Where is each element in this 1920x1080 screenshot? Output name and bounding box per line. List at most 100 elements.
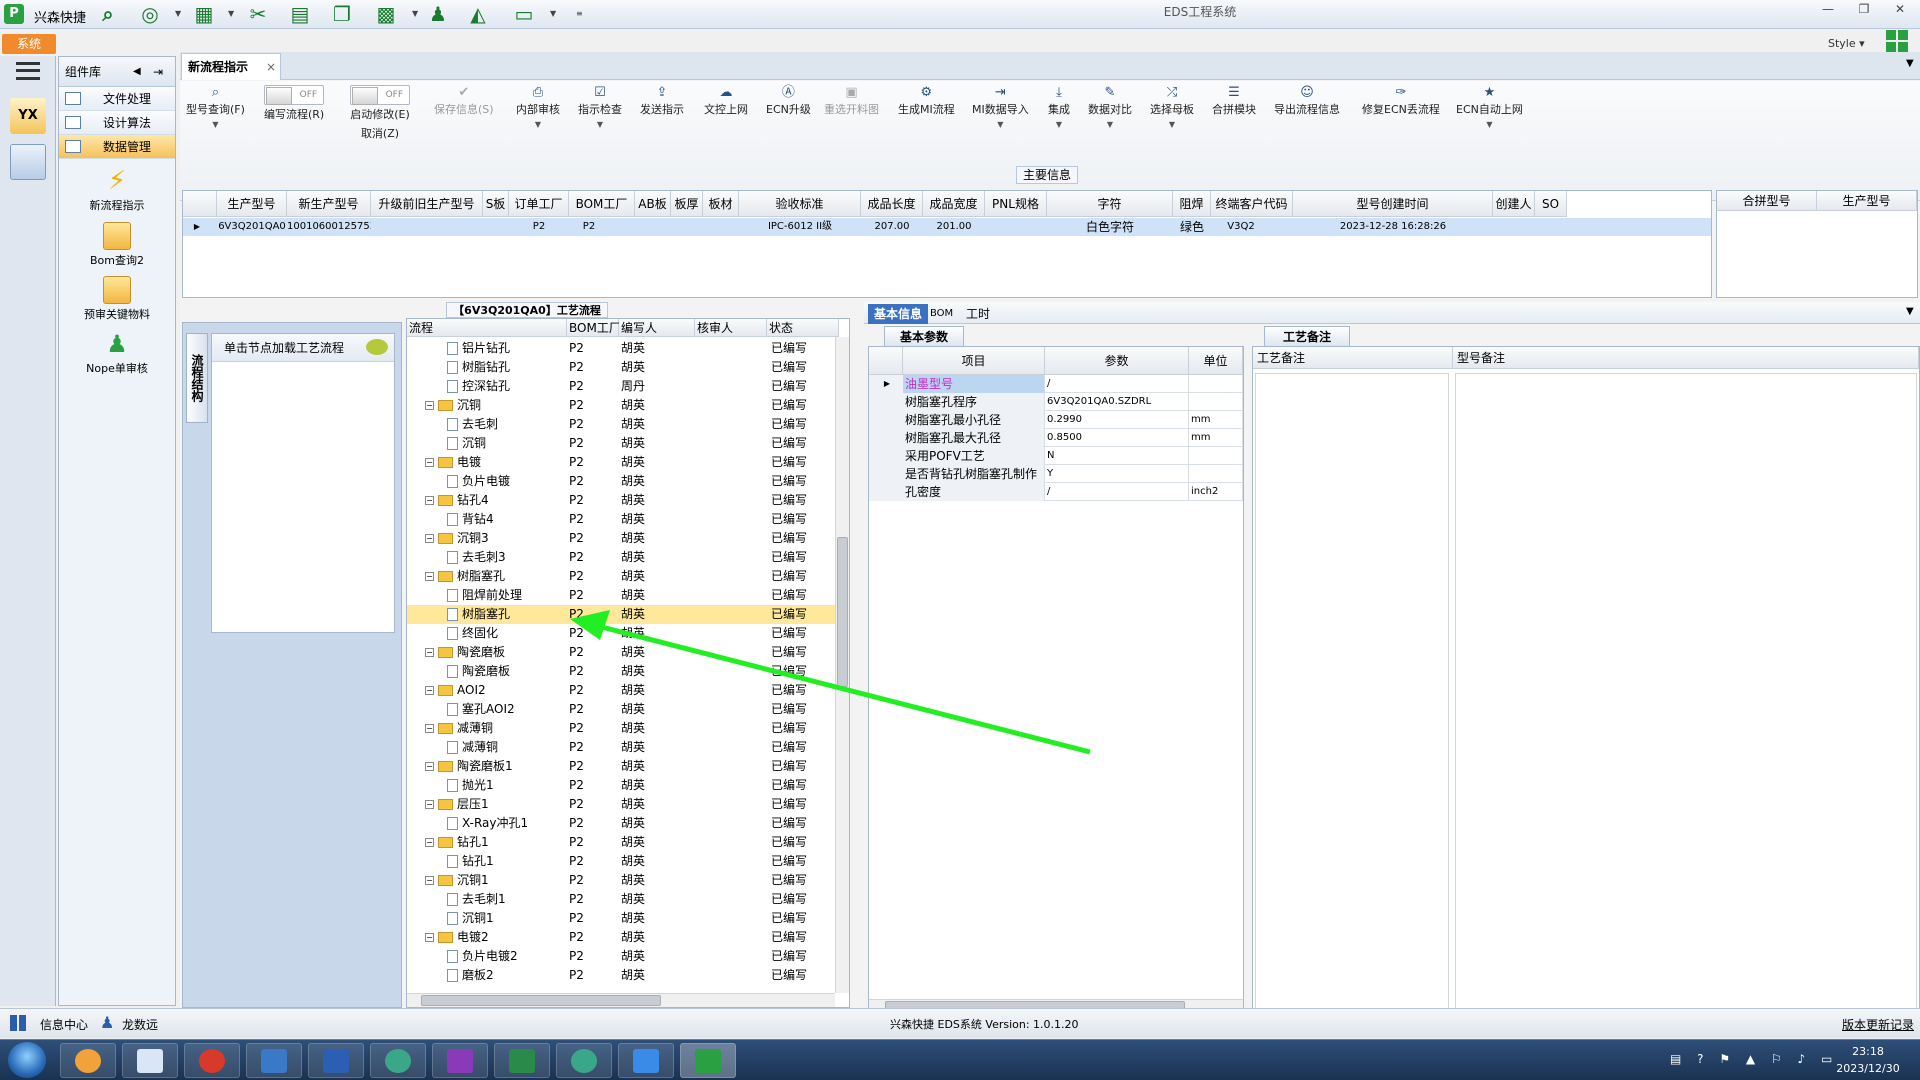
flow-tree-row[interactable]: 铝片钻孔 P2 胡英 已编写 (407, 339, 839, 358)
doc-online-button[interactable]: ☁ 文控上网 (704, 85, 748, 117)
params-header[interactable]: 项目 (903, 347, 1045, 375)
collapse-toggle-icon[interactable]: − (425, 534, 434, 543)
internal-review-button[interactable]: ⎙ 内部审核 ▼ (516, 85, 560, 130)
menu-icon[interactable] (16, 62, 40, 80)
flow-tree-row[interactable]: − 钻孔4 P2 胡英 已编写 (407, 491, 839, 510)
collapse-toggle-icon[interactable]: − (425, 572, 434, 581)
off-toggle[interactable]: OFF (350, 85, 410, 105)
grid-header[interactable]: 板材 (703, 191, 739, 217)
grid-header[interactable]: 成品长度 (861, 191, 923, 217)
select-mother-board-button[interactable]: ⤮ 选择母板 ▼ (1150, 85, 1194, 130)
grid-header[interactable]: 验收标准 (739, 191, 861, 217)
flow-tree-row[interactable]: 树脂钻孔 P2 胡英 已编写 (407, 358, 839, 377)
tree-vertical-scrollbar[interactable] (835, 337, 849, 993)
taskbar-app[interactable] (60, 1043, 116, 1078)
flow-tree-row[interactable]: 塞孔AOI2 P2 胡英 已编写 (407, 700, 839, 719)
start-edit-toggle[interactable]: OFF 启动修改(E) 取消(Z) (350, 85, 410, 141)
flow-tree-row[interactable]: − 沉铜 P2 胡英 已编写 (407, 396, 839, 415)
flow-node[interactable]: 抛光1 (447, 776, 494, 795)
param-value[interactable]: N (1045, 447, 1189, 465)
grid-header[interactable]: BOM工厂 (569, 191, 635, 217)
grid-cell[interactable]: 6V3Q201QA0 (217, 218, 287, 236)
process-remarks-tab[interactable]: 工艺备注 (1264, 326, 1350, 346)
flow-tree-row[interactable]: − 陶瓷磨板1 P2 胡英 已编写 (407, 757, 839, 776)
param-value[interactable]: 0.8500 (1045, 429, 1189, 447)
flow-node[interactable]: 陶瓷磨板 (447, 662, 510, 681)
tab-work-hours[interactable]: 工时 (960, 304, 996, 324)
flow-node[interactable]: 沉铜 (447, 434, 486, 453)
collapse-toggle-icon[interactable]: − (425, 724, 434, 733)
tray-icons[interactable]: ▤ ? ⚑ ▲ ⚐ ♪ ▭ (1670, 1052, 1838, 1066)
repair-ecn-flow-button[interactable]: ✑ 修复ECN丢流程 (1362, 85, 1440, 117)
tab-basic-info[interactable]: 基本信息 (868, 304, 929, 324)
flow-tree-row[interactable]: − 沉铜3 P2 胡英 已编写 (407, 529, 839, 548)
grid-cell[interactable]: IPC-6012 II级 (739, 218, 861, 236)
pin-icon[interactable]: ⇥ (153, 57, 163, 87)
export-flow-info-button[interactable]: ☺ 导出流程信息 (1274, 85, 1340, 117)
grid-header[interactable]: S板 (483, 191, 509, 217)
param-value[interactable]: / (1045, 483, 1189, 501)
remarks-header[interactable]: 型号备注 (1453, 347, 1919, 369)
params-header[interactable]: 单位 (1189, 347, 1243, 375)
grid-cell[interactable]: 绿色 (1173, 218, 1211, 236)
param-row[interactable]: 树脂塞孔最大孔径 0.8500 mm (869, 429, 1243, 447)
collapse-toggle-icon[interactable]: − (425, 876, 434, 885)
send-instruction-button[interactable]: ⇪ 发送指示 (640, 85, 684, 117)
grid-header[interactable]: AB板 (635, 191, 671, 217)
tree-header[interactable]: 状态 (767, 319, 839, 337)
tool-nope-review[interactable]: ♟ Nope单审核 (59, 330, 175, 376)
grid-header[interactable]: 生产型号 (1817, 191, 1917, 211)
process-remark-input[interactable] (1255, 373, 1449, 1009)
grid-header[interactable]: 订单工厂 (509, 191, 569, 217)
data-compare-button[interactable]: ✎ 数据对比 ▼ (1088, 85, 1132, 130)
flow-node[interactable]: 沉铜1 (447, 909, 494, 928)
grid-header[interactable]: 阻焊 (1173, 191, 1211, 217)
tab-bom[interactable]: BOM (924, 304, 959, 324)
flow-node[interactable]: − 减薄铜 (425, 719, 493, 738)
collapse-toggle-icon[interactable]: − (425, 401, 434, 410)
flow-node[interactable]: 树脂钻孔 (447, 358, 510, 377)
grid-header[interactable]: 合拼型号 (1717, 191, 1817, 211)
taskbar-app-active[interactable] (680, 1043, 736, 1078)
flow-tree-row[interactable]: − 层压1 P2 胡英 已编写 (407, 795, 839, 814)
param-row[interactable]: 树脂塞孔最小孔径 0.2990 mm (869, 411, 1243, 429)
collapse-toggle-icon[interactable]: − (425, 762, 434, 771)
flow-tree-row[interactable]: − AOI2 P2 胡英 已编写 (407, 681, 839, 700)
flow-node[interactable]: 树脂塞孔 (447, 605, 510, 624)
flow-node[interactable]: 负片电镀2 (447, 947, 518, 966)
tree-horizontal-scrollbar[interactable] (407, 993, 835, 1007)
grid-header[interactable]: 字符 (1047, 191, 1173, 217)
flow-node[interactable]: − 沉铜3 (425, 529, 489, 548)
info-center-label[interactable]: 信息中心 (40, 1016, 88, 1033)
param-row[interactable]: 孔密度 / inch2 (869, 483, 1243, 501)
flow-node[interactable]: − 树脂塞孔 (425, 567, 505, 586)
flow-tree-row[interactable]: − 电镀 P2 胡英 已编写 (407, 453, 839, 472)
flow-tree-row[interactable]: 去毛刺3 P2 胡英 已编写 (407, 548, 839, 567)
param-value[interactable]: Y (1045, 465, 1189, 483)
detail-dropdown-icon[interactable]: ▼ (1906, 306, 1914, 317)
param-row[interactable]: 树脂塞孔程序 6V3Q201QA0.SZDRL (869, 393, 1243, 411)
grid-header[interactable]: 新生产型号 (287, 191, 371, 217)
grid-header[interactable]: 板厚 (671, 191, 703, 217)
restore-icon[interactable]: ❐ (1850, 2, 1878, 20)
flow-tree-row[interactable]: 去毛刺 P2 胡英 已编写 (407, 415, 839, 434)
grid-header[interactable]: 成品宽度 (923, 191, 985, 217)
flow-node[interactable]: 塞孔AOI2 (447, 700, 515, 719)
instruction-check-button[interactable]: ☑ 指示检查 ▼ (578, 85, 622, 130)
flow-node[interactable]: 终固化 (447, 624, 498, 643)
collapse-toggle-icon[interactable]: − (425, 648, 434, 657)
grid-cell[interactable]: 201.00 (923, 218, 985, 236)
cancel-label[interactable]: 取消(Z) (361, 127, 399, 140)
flow-node[interactable]: − AOI2 (425, 681, 486, 700)
param-value[interactable]: 0.2990 (1045, 411, 1189, 429)
taskbar-app[interactable] (122, 1043, 178, 1078)
style-button[interactable]: Style ▾ (1828, 37, 1865, 50)
taskbar-app[interactable] (184, 1043, 240, 1078)
flow-tree-row[interactable]: 背钻4 P2 胡英 已编写 (407, 510, 839, 529)
flow-tree-row[interactable]: 钻孔1 P2 胡英 已编写 (407, 852, 839, 871)
yx-app-icon[interactable]: YX (10, 98, 46, 134)
tab-new-flow[interactable]: 新流程指示 × (181, 53, 281, 80)
taskbar-app[interactable] (494, 1043, 550, 1078)
grid-header[interactable]: PNL规格 (985, 191, 1047, 217)
grid-cell[interactable]: 207.00 (861, 218, 923, 236)
